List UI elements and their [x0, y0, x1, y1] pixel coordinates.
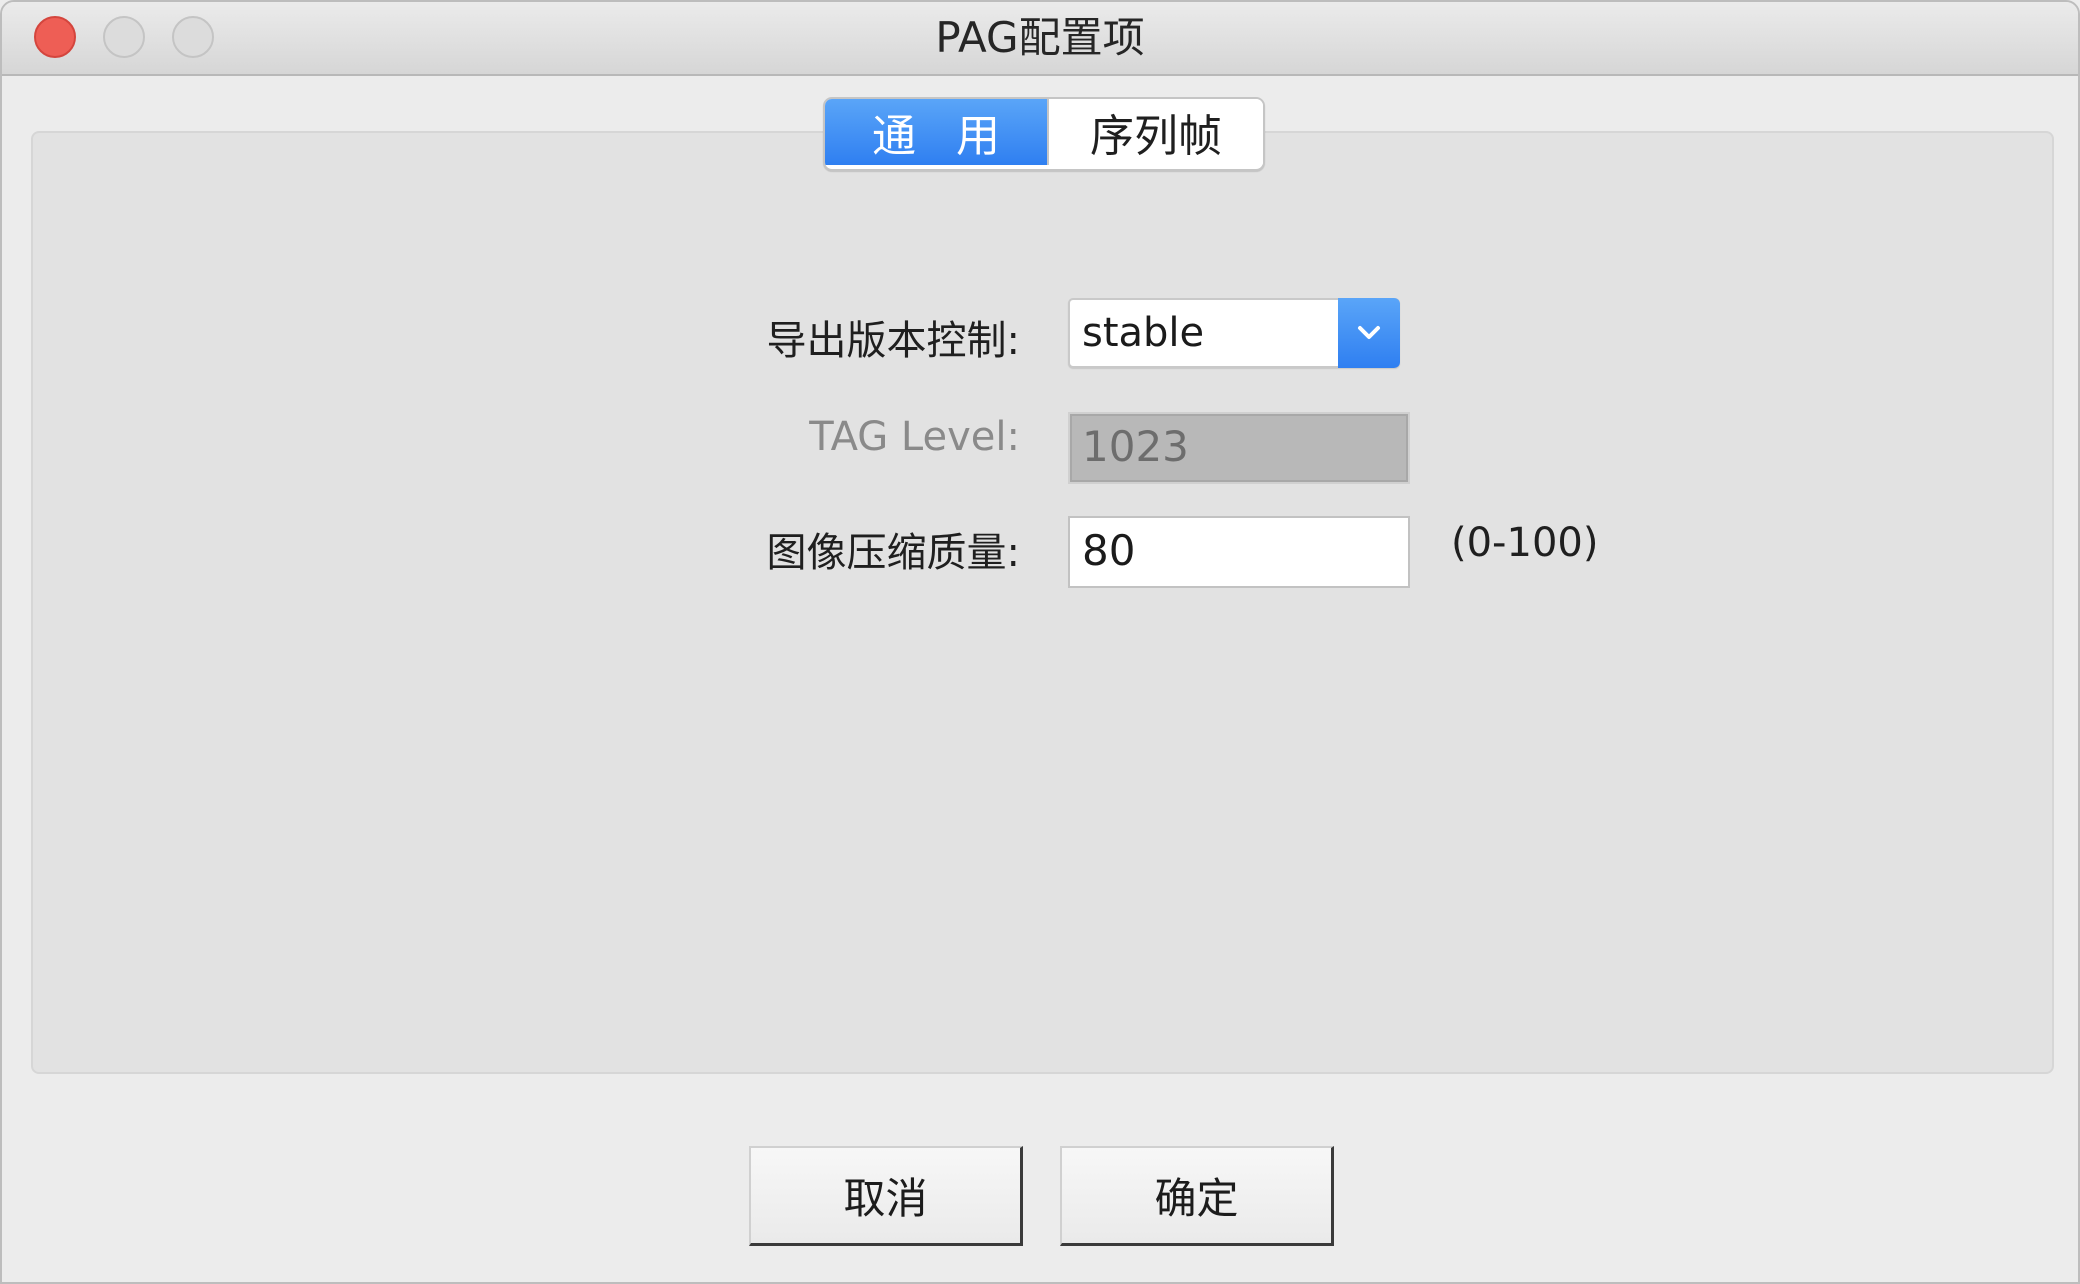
- export-version-label: 导出版本控制:: [766, 318, 1020, 364]
- tag-level-field: 1023: [1068, 412, 1410, 484]
- image-quality-label: 图像压缩质量:: [766, 530, 1020, 576]
- tab-general[interactable]: 通用: [825, 99, 1047, 165]
- settings-panel: [31, 131, 2054, 1074]
- image-quality-field[interactable]: 80: [1068, 516, 1410, 588]
- export-version-select[interactable]: stable: [1068, 298, 1400, 368]
- image-quality-range: (0-100): [1451, 520, 1599, 566]
- title-bar: PAG配置项: [2, 2, 2078, 76]
- tag-level-label: TAG Level:: [809, 414, 1020, 460]
- tab-bar: 通用 序列帧: [823, 97, 1265, 171]
- tab-sequence-frames[interactable]: 序列帧: [1047, 99, 1263, 165]
- chevron-down-icon[interactable]: [1338, 298, 1400, 368]
- preferences-window: PAG配置项 通用 序列帧 导出版本控制: stable TAG Level: …: [0, 0, 2080, 1284]
- cancel-button[interactable]: 取消: [749, 1146, 1023, 1246]
- ok-button[interactable]: 确定: [1060, 1146, 1334, 1246]
- export-version-value: stable: [1082, 310, 1205, 356]
- window-title: PAG配置项: [935, 13, 1145, 62]
